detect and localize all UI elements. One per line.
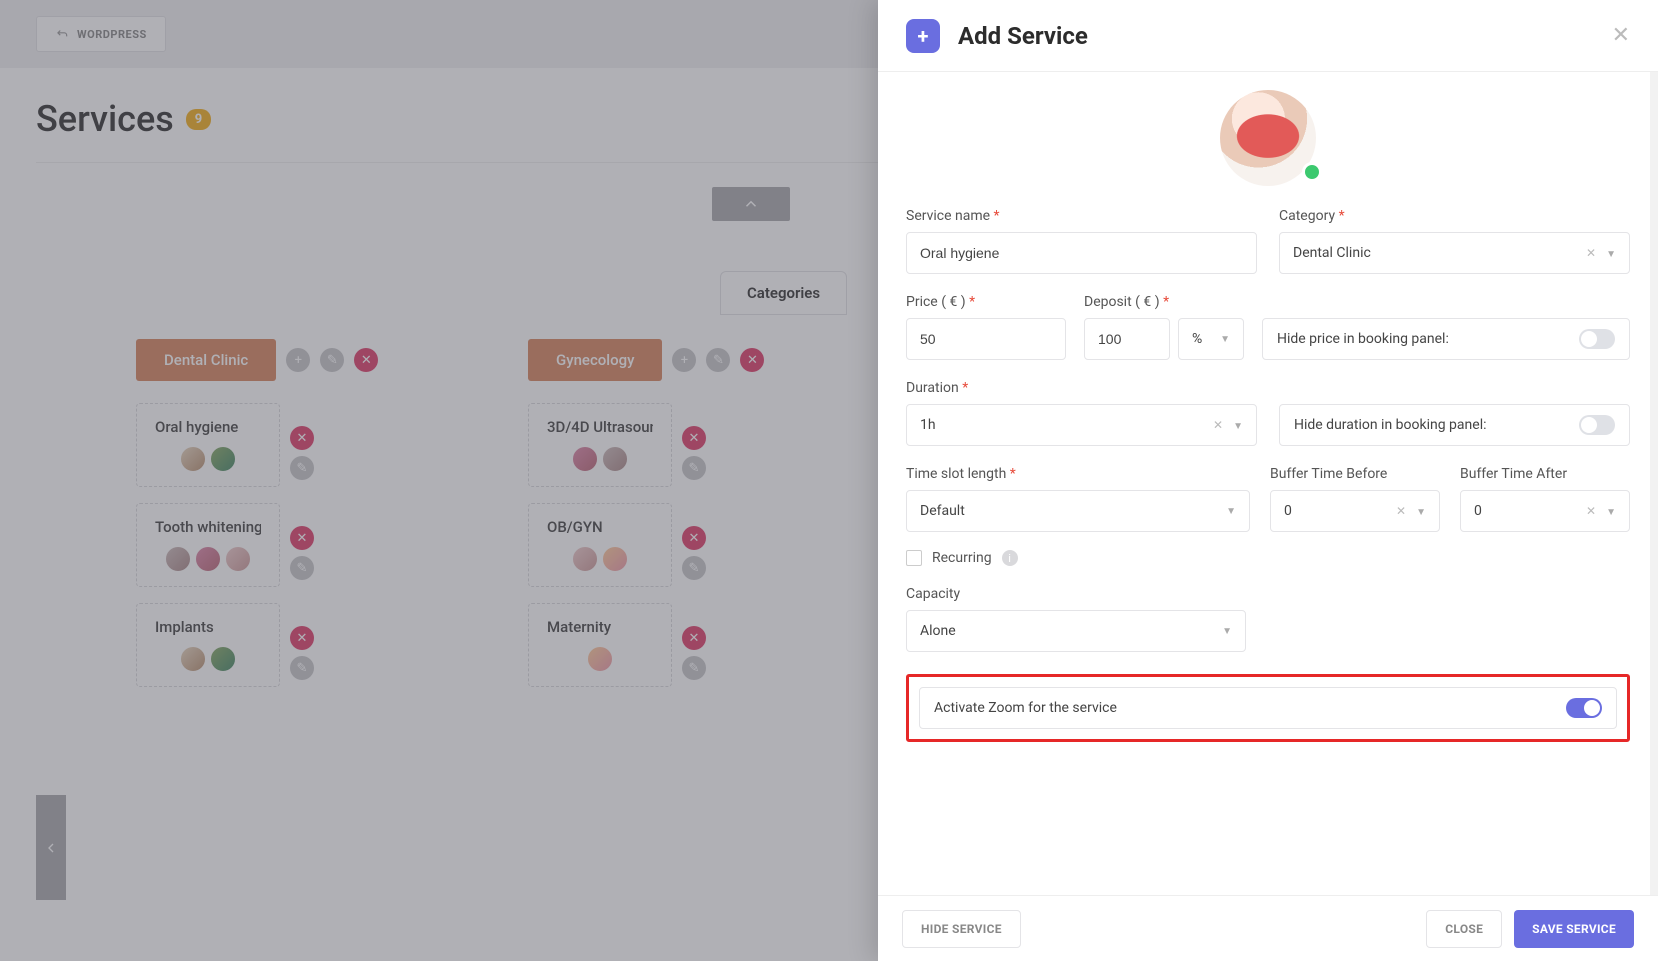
buffer-before-field: Buffer Time Before 0 ✕▼	[1270, 466, 1440, 532]
buffer-before-select[interactable]: 0 ✕▼	[1270, 490, 1440, 532]
price-input[interactable]	[920, 319, 1052, 359]
deposit-unit-select[interactable]: %▼	[1178, 318, 1244, 360]
plus-icon: +	[906, 19, 940, 53]
timeslot-field: Time slot length * Default ▼	[906, 466, 1250, 532]
clear-icon[interactable]: ✕	[1586, 504, 1596, 518]
hide-duration-field: . Hide duration in booking panel:	[1279, 380, 1630, 446]
recurring-label: Recurring	[932, 550, 992, 566]
panel-footer: HIDE SERVICE CLOSE SAVE SERVICE	[878, 895, 1658, 961]
category-label: Category *	[1279, 208, 1630, 224]
buffer-after-select[interactable]: 0 ✕▼	[1460, 490, 1630, 532]
save-service-button[interactable]: SAVE SERVICE	[1514, 910, 1634, 948]
category-field: Category * Dental Clinic ✕▼	[1279, 208, 1630, 274]
duration-select[interactable]: 1h ✕▼	[906, 404, 1257, 446]
duration-field: Duration * 1h ✕▼	[906, 380, 1257, 446]
scrollbar[interactable]	[1650, 72, 1658, 895]
price-label: Price ( € ) *	[906, 294, 1066, 310]
service-name-field: Service name *	[906, 208, 1257, 274]
price-field: Price ( € ) *	[906, 294, 1066, 360]
deposit-label: Deposit ( € ) *	[1084, 294, 1244, 310]
capacity-label: Capacity	[906, 586, 1630, 602]
hide-duration-toggle[interactable]	[1579, 415, 1615, 435]
panel-body: Service name * Category * Dental Clinic …	[878, 72, 1658, 895]
clear-icon[interactable]: ✕	[1396, 504, 1406, 518]
zoom-toggle[interactable]	[1566, 698, 1602, 718]
recurring-row: Recurring i	[906, 550, 1630, 566]
clear-icon[interactable]: ✕	[1586, 246, 1596, 260]
panel-title: Add Service	[958, 22, 1088, 50]
buffer-after-field: Buffer Time After 0 ✕▼	[1460, 466, 1630, 532]
category-value: Dental Clinic	[1293, 245, 1371, 261]
category-select[interactable]: Dental Clinic ✕▼	[1279, 232, 1630, 274]
zoom-label: Activate Zoom for the service	[934, 700, 1117, 716]
zoom-highlight: Activate Zoom for the service	[906, 674, 1630, 742]
clear-icon[interactable]: ✕	[1213, 418, 1223, 432]
service-name-label: Service name *	[906, 208, 1257, 224]
status-dot	[1302, 162, 1322, 182]
buffer-before-label: Buffer Time Before	[1270, 466, 1440, 482]
close-button[interactable]: CLOSE	[1426, 910, 1502, 948]
hide-price-toggle[interactable]	[1579, 329, 1615, 349]
deposit-input[interactable]	[1098, 319, 1156, 359]
buffer-before-value: 0	[1284, 503, 1292, 519]
timeslot-label: Time slot length *	[906, 466, 1250, 482]
hide-duration-label: Hide duration in booking panel:	[1294, 417, 1487, 433]
capacity-select[interactable]: Alone ▼	[906, 610, 1246, 652]
capacity-value: Alone	[920, 623, 956, 639]
hide-price-field: . Hide price in booking panel:	[1262, 294, 1630, 360]
add-service-panel: + Add Service ✕ Service name * Category …	[878, 0, 1658, 961]
timeslot-value: Default	[920, 503, 965, 519]
buffer-after-label: Buffer Time After	[1460, 466, 1630, 482]
close-icon[interactable]: ✕	[1612, 23, 1630, 48]
duration-value: 1h	[920, 417, 936, 433]
panel-header: + Add Service ✕	[878, 0, 1658, 72]
service-photo[interactable]	[906, 90, 1630, 186]
info-icon[interactable]: i	[1002, 550, 1018, 566]
service-name-input[interactable]	[920, 233, 1243, 273]
deposit-field: Deposit ( € ) * %▼	[1084, 294, 1244, 360]
hide-service-button[interactable]: HIDE SERVICE	[902, 910, 1021, 948]
buffer-after-value: 0	[1474, 503, 1482, 519]
timeslot-select[interactable]: Default ▼	[906, 490, 1250, 532]
duration-label: Duration *	[906, 380, 1257, 396]
recurring-checkbox[interactable]	[906, 550, 922, 566]
hide-price-label: Hide price in booking panel:	[1277, 331, 1449, 347]
